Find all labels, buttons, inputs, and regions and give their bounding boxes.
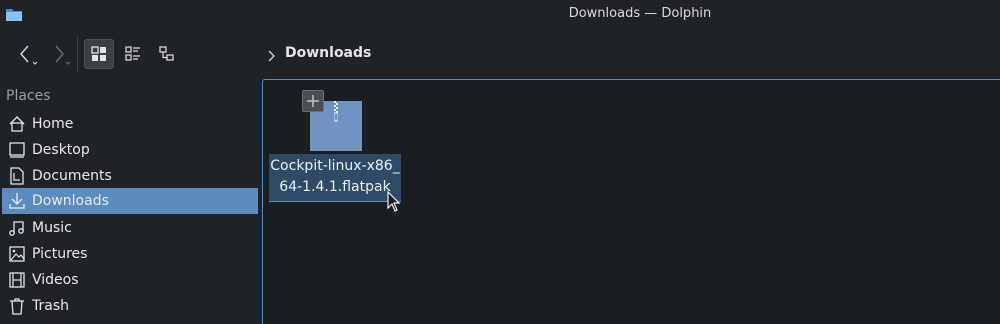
compact-view-button[interactable] [118,39,148,69]
sidebar-item-downloads[interactable]: Downloads [2,188,258,214]
back-button[interactable] [10,39,40,69]
sidebar-item-label: Downloads [32,193,109,209]
chevron-right-icon [55,45,71,65]
pictures-icon [8,245,26,263]
file-name-line-2: 64-1.4.1.flatpak [279,179,391,195]
sidebar-item-label: Home [32,116,74,132]
breadcrumb-chevron-icon[interactable] [266,47,276,66]
file-view[interactable]: Cockpit-linux-x86_ 64-1.4.1.flatpak [262,79,1000,324]
sidebar-item-label: Documents [32,168,112,184]
sidebar-item-pictures[interactable]: Pictures [2,241,258,267]
selection-toggle-plus-icon[interactable] [302,90,324,112]
home-icon [8,115,26,133]
dolphin-window: Downloads — Dolphin Downloads Places Hom… [0,0,1000,324]
icons-view-icon [91,46,106,61]
sidebar-item-trash[interactable]: Trash [2,293,258,319]
sidebar-item-home[interactable]: Home [2,111,258,137]
sidebar-item-label: Pictures [32,246,88,262]
icons-view-button[interactable] [84,39,114,69]
sidebar-item-music[interactable]: Music [2,215,258,241]
title-bar[interactable]: Downloads — Dolphin [0,0,1000,30]
details-view-icon [159,46,174,61]
compact-view-icon [125,46,140,61]
sidebar-item-label: Trash [32,298,69,314]
toolbar-separator [77,36,78,72]
forward-button[interactable] [44,39,74,69]
breadcrumb-current[interactable]: Downloads [285,45,371,61]
sidebar-item-documents[interactable]: Documents [2,163,258,189]
sidebar-item-label: Desktop [32,142,90,158]
desktop-icon [8,141,26,159]
file-name-line-1: Cockpit-linux-x86_ [270,158,400,174]
sidebar-item-videos[interactable]: Videos [2,267,258,293]
details-view-button[interactable] [152,39,182,69]
toolbar: Downloads [0,30,1000,78]
file-item[interactable]: Cockpit-linux-x86_ 64-1.4.1.flatpak [269,90,401,212]
videos-icon [8,271,26,289]
places-header: Places [6,88,51,104]
chevron-left-icon [20,45,38,65]
window-title: Downloads — Dolphin [568,6,712,21]
trash-icon [8,297,26,315]
music-icon [8,219,26,237]
documents-icon [8,167,26,185]
places-panel: Places Home Desktop Documents Downloads … [0,80,262,324]
file-name: Cockpit-linux-x86_ 64-1.4.1.flatpak [269,154,401,202]
sidebar-item-label: Music [32,220,72,236]
mouse-pointer-icon [387,190,401,217]
download-icon [8,192,26,210]
sidebar-item-desktop[interactable]: Desktop [2,137,258,163]
sidebar-item-label: Videos [32,272,79,288]
